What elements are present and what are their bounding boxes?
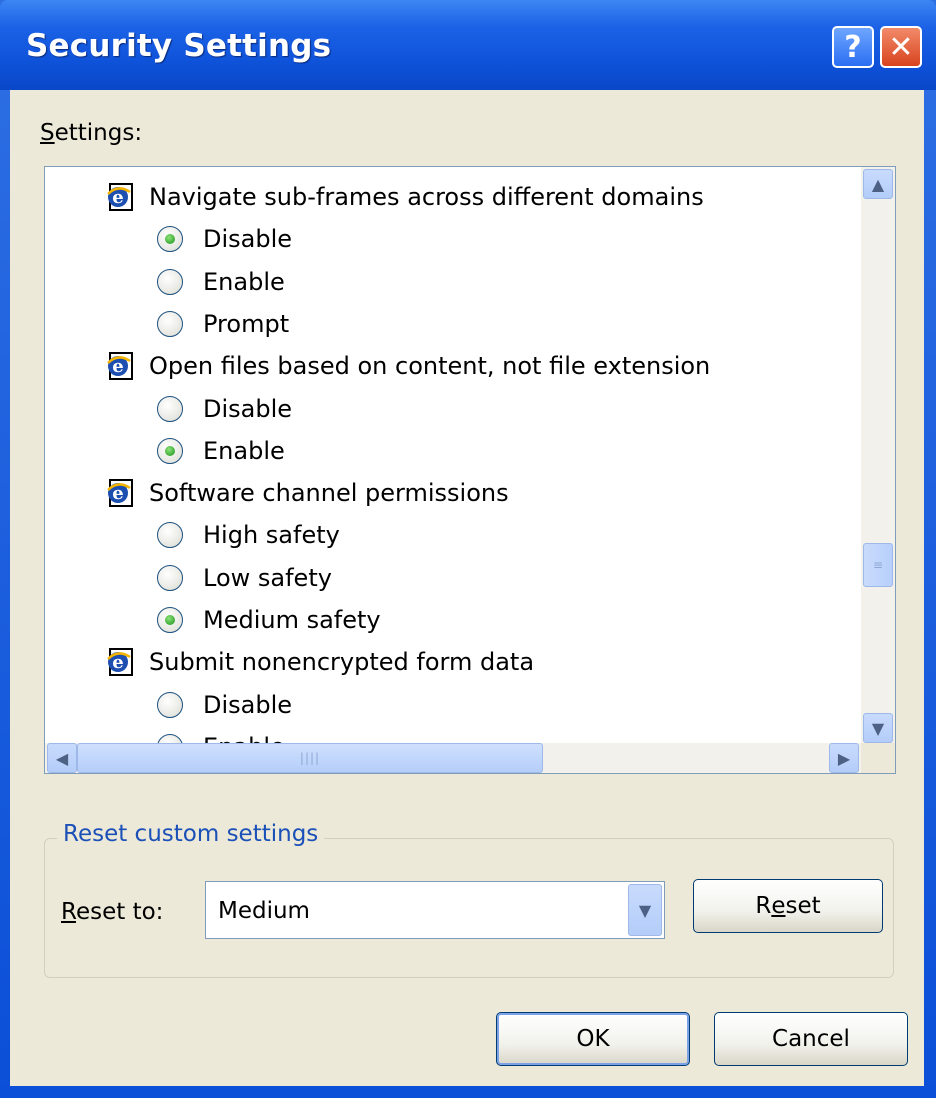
- ie-settings-icon: e: [105, 182, 135, 212]
- scrollbar-corner: [861, 743, 895, 773]
- settings-tree: e Navigate sub-frames across different do…: [44, 166, 896, 774]
- reset-to-label: Reset to:: [61, 899, 164, 925]
- vertical-scroll-thumb[interactable]: ≡: [863, 543, 893, 587]
- scroll-left-button[interactable]: ◀: [47, 743, 77, 773]
- dialog-body: Settings: e Navigate sub-frames across di…: [10, 90, 924, 1086]
- chevron-right-icon: ▶: [837, 748, 851, 768]
- setting-group[interactable]: e Navigate sub-frames across different do…: [105, 177, 704, 217]
- ie-settings-icon: e: [105, 478, 135, 508]
- close-icon: ✕: [888, 29, 914, 65]
- settings-tree-content: e Navigate sub-frames across different do…: [45, 167, 861, 745]
- setting-option-label: High safety: [203, 521, 340, 550]
- scroll-up-button[interactable]: ▲: [863, 169, 893, 199]
- reset-level-dropdown[interactable]: Medium ▼: [205, 881, 665, 939]
- radio-button[interactable]: [157, 522, 183, 549]
- grip-icon: ||||: [299, 751, 321, 765]
- setting-option-label: Disable: [203, 690, 293, 719]
- reset-button[interactable]: Re set: [693, 879, 883, 933]
- horizontal-scroll-thumb[interactable]: ||||: [77, 743, 543, 773]
- chevron-up-icon: ▲: [871, 174, 885, 194]
- setting-option-label: Low safety: [203, 563, 332, 592]
- cancel-button[interactable]: Cancel: [714, 1012, 908, 1066]
- reset-group-title: Reset custom settings: [57, 821, 325, 847]
- setting-option-label: Enable: [203, 436, 285, 465]
- radio-button-selected[interactable]: [157, 226, 183, 253]
- setting-option-label: Medium safety: [203, 606, 381, 634]
- chevron-down-icon: ▼: [638, 900, 652, 920]
- setting-option-label: Enable: [203, 267, 285, 296]
- scroll-down-button[interactable]: ▼: [863, 713, 893, 743]
- setting-option[interactable]: Disable: [157, 219, 292, 259]
- setting-option-label: Disable: [203, 225, 293, 254]
- setting-option[interactable]: Disable: [157, 685, 292, 725]
- setting-group[interactable]: e Submit nonencrypted form data: [105, 642, 534, 682]
- setting-option[interactable]: High safety: [157, 515, 340, 555]
- setting-option[interactable]: Medium safety: [157, 600, 381, 640]
- radio-button[interactable]: [157, 691, 183, 718]
- settings-label: Settings:: [40, 120, 143, 146]
- window-title: Security Settings: [26, 28, 332, 64]
- setting-group-label: Open files based on content, not file ex…: [149, 352, 711, 381]
- setting-group-label: Software channel permissions: [149, 479, 509, 508]
- radio-button[interactable]: [157, 395, 183, 422]
- ok-button[interactable]: OK: [496, 1012, 690, 1066]
- ie-settings-icon: e: [105, 647, 135, 677]
- setting-group-label: Submit nonencrypted form data: [149, 648, 535, 677]
- grip-icon: ≡: [872, 558, 884, 572]
- setting-option[interactable]: Prompt: [157, 304, 289, 344]
- dropdown-arrow-button[interactable]: ▼: [628, 884, 662, 936]
- radio-button[interactable]: [157, 310, 183, 337]
- close-button[interactable]: ✕: [880, 26, 922, 68]
- horizontal-scrollbar[interactable]: ◀ |||| ▶: [45, 743, 861, 773]
- setting-option-label: Prompt: [203, 309, 290, 338]
- setting-option[interactable]: Low safety: [157, 558, 332, 598]
- setting-option[interactable]: Disable: [157, 389, 292, 429]
- scroll-right-button[interactable]: ▶: [829, 743, 859, 773]
- chevron-left-icon: ◀: [55, 748, 69, 768]
- setting-group-label: Navigate sub-frames across different dom…: [149, 183, 704, 211]
- setting-option-label: Disable: [203, 394, 293, 423]
- chevron-down-icon: ▼: [871, 718, 885, 738]
- reset-level-value: Medium: [218, 898, 310, 924]
- setting-option[interactable]: Enable: [157, 262, 285, 302]
- radio-button[interactable]: [157, 268, 183, 295]
- reset-custom-settings-group: Reset custom settings Reset to: Medium ▼…: [44, 821, 894, 978]
- help-icon: ?: [844, 29, 862, 65]
- radio-button-selected[interactable]: [157, 437, 183, 464]
- radio-button[interactable]: [157, 564, 183, 591]
- ie-settings-icon: e: [105, 351, 135, 381]
- help-button[interactable]: ?: [832, 26, 874, 68]
- setting-group[interactable]: e Software channel permissions: [105, 473, 509, 513]
- setting-option[interactable]: Enable: [157, 431, 285, 471]
- security-settings-window: Security Settings ? ✕ Settings: e Navigat…: [0, 0, 936, 1098]
- setting-group[interactable]: e Open files based on content, not file e…: [105, 346, 710, 386]
- radio-button-selected[interactable]: [157, 607, 183, 633]
- title-bar: Security Settings ? ✕: [0, 0, 936, 90]
- vertical-scrollbar[interactable]: ▲ ≡ ▼: [861, 167, 895, 745]
